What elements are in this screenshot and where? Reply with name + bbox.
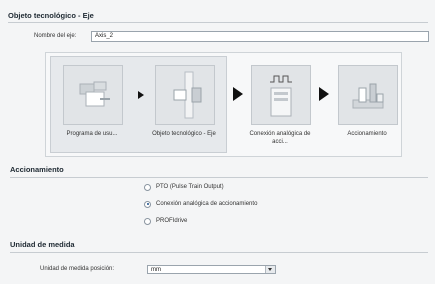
drive-tile[interactable]	[338, 65, 398, 125]
radio-profidrive-button[interactable]	[144, 217, 151, 225]
technology-object-icon	[173, 71, 202, 119]
technology-object-tile-label: Objeto tecnológico - Eje	[152, 131, 216, 137]
title-divider	[8, 22, 428, 23]
program-tile-label: Programa de usu...	[66, 131, 118, 137]
radio-pto-label: PTO (Pulse Train Output)	[156, 184, 224, 190]
program-tile[interactable]	[63, 65, 123, 125]
drive-tile-label: Accionamiento	[347, 131, 387, 137]
axis-name-label: Nombre del eje:	[34, 33, 77, 39]
pulse-generator-icon	[270, 75, 292, 117]
position-unit-select[interactable]: mm	[147, 265, 276, 274]
configuration-panel: Objeto tecnológico - Eje Nombre del eje:…	[0, 0, 435, 284]
units-section-title: Unidad de medida	[10, 240, 75, 249]
position-unit-label: Unidad de medida posición:	[40, 266, 115, 272]
radio-analog[interactable]: Conexión analógica de accionamiento	[144, 199, 257, 209]
drive-section-title: Accionamiento	[10, 165, 64, 174]
radio-profidrive-label: PROFIdrive	[156, 218, 188, 224]
axis-name-input[interactable]: Axis_2	[91, 31, 429, 42]
position-unit-value: mm	[151, 267, 161, 273]
radio-pto-button[interactable]	[144, 183, 151, 191]
units-divider	[10, 252, 428, 253]
arrow-2-icon	[233, 87, 243, 101]
drive-motor-icon	[352, 83, 384, 109]
arrow-1-icon	[138, 91, 144, 99]
panel-title: Objeto tecnológico - Eje	[8, 11, 94, 20]
chevron-down-icon[interactable]	[265, 266, 275, 273]
analog-drive-tile[interactable]	[251, 65, 311, 125]
technology-object-tile[interactable]	[155, 65, 215, 125]
analog-drive-tile-label: Conexión analógica de acci...	[249, 131, 311, 145]
radio-analog-label: Conexión analógica de accionamiento	[156, 201, 258, 207]
drive-divider	[10, 177, 428, 178]
radio-pto[interactable]: PTO (Pulse Train Output)	[144, 182, 224, 192]
radio-analog-button[interactable]	[144, 200, 151, 208]
program-icon	[79, 81, 110, 107]
arrow-3-icon	[319, 87, 329, 101]
radio-profidrive[interactable]: PROFIdrive	[144, 216, 187, 226]
